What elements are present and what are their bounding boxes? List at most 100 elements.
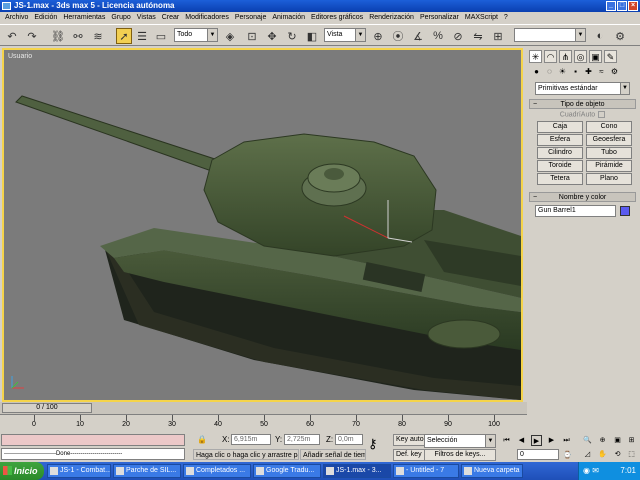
- menu-renderizacion[interactable]: Renderización: [366, 12, 417, 24]
- select-and-manipulate-icon[interactable]: ◈: [222, 28, 238, 44]
- autogrid-checkbox[interactable]: CuadríAuto: [529, 109, 636, 120]
- pan-icon[interactable]: ✋: [597, 449, 608, 460]
- menu-help[interactable]: ?: [501, 12, 511, 24]
- tube-button[interactable]: Tubo: [586, 147, 632, 160]
- perspective-viewport[interactable]: Usuario: [2, 48, 523, 402]
- time-slider-track[interactable]: 0 / 100: [0, 402, 527, 414]
- crossing-icon[interactable]: ⊡: [244, 28, 260, 44]
- primitive-category-select[interactable]: Primitivas estándar ▼: [535, 82, 630, 95]
- menu-crear[interactable]: Crear: [159, 12, 183, 24]
- cylinder-button[interactable]: Cilindro: [537, 147, 583, 160]
- object-type-header[interactable]: − Tipo de objeto: [529, 99, 636, 109]
- scale-icon[interactable]: ◧: [304, 28, 320, 44]
- unlink-icon[interactable]: ⚯: [70, 28, 86, 44]
- taskbar-item-active[interactable]: JS-1.max - 3...: [323, 464, 391, 478]
- time-config-icon[interactable]: ⌚: [562, 450, 573, 461]
- menu-herramientas[interactable]: Herramientas: [60, 12, 108, 24]
- menu-vistas[interactable]: Vistas: [134, 12, 159, 24]
- y-coordinate-field[interactable]: 2,725m: [284, 434, 320, 445]
- angle-snap-icon[interactable]: ∡: [410, 28, 426, 44]
- selection-region-icon[interactable]: ▭: [153, 28, 169, 44]
- add-time-tag[interactable]: Añadir señal de tiem: [300, 449, 366, 460]
- next-frame-icon[interactable]: ▶: [546, 435, 557, 446]
- move-icon[interactable]: ✥: [264, 28, 280, 44]
- taskbar-item[interactable]: Nueva carpeta: [461, 464, 523, 478]
- taskbar-item[interactable]: Google Tradu...: [253, 464, 321, 478]
- torus-button[interactable]: Toroide: [537, 160, 583, 173]
- maxscript-listener[interactable]: [1, 434, 185, 446]
- auto-key-button[interactable]: Key auto: [393, 434, 427, 446]
- taskbar-item[interactable]: Completados ...: [183, 464, 251, 478]
- sphere-button[interactable]: Esfera: [537, 134, 583, 147]
- object-color-swatch[interactable]: [620, 206, 630, 217]
- cameras-icon[interactable]: ▪: [570, 66, 581, 77]
- zoom-extents-icon[interactable]: ▣: [612, 435, 623, 446]
- mirror-icon[interactable]: ⇋: [470, 28, 486, 44]
- helpers-icon[interactable]: ✚: [583, 66, 594, 77]
- tray-icons[interactable]: ◉ ✉: [583, 466, 599, 475]
- menu-personaje[interactable]: Personaje: [232, 12, 270, 24]
- teapot-button[interactable]: Tetera: [537, 173, 583, 186]
- modify-tab-icon[interactable]: ◠: [544, 50, 557, 63]
- time-slider[interactable]: 0 / 100: [2, 403, 92, 413]
- start-button[interactable]: Inicio: [0, 462, 44, 480]
- menu-modificadores[interactable]: Modificadores: [182, 12, 232, 24]
- menu-personalizar[interactable]: Personalizar: [417, 12, 462, 24]
- reference-coordinate-select[interactable]: Vista ▼: [324, 28, 366, 42]
- material-editor-icon[interactable]: ◐: [592, 28, 608, 44]
- menu-maxscript[interactable]: MAXScript: [462, 12, 501, 24]
- key-selection-select[interactable]: Selección ▼: [424, 434, 496, 448]
- pyramid-button[interactable]: Pirámide: [586, 160, 632, 173]
- selection-filter-select[interactable]: Todo ▼: [174, 28, 218, 42]
- shapes-icon[interactable]: ◌: [544, 66, 555, 77]
- play-icon[interactable]: ▶: [531, 435, 542, 446]
- prev-frame-icon[interactable]: ◀: [516, 435, 527, 446]
- spinner-snap-icon[interactable]: ⊘: [450, 28, 466, 44]
- key-icon[interactable]: ⚷: [368, 436, 378, 452]
- zoom-extents-all-icon[interactable]: ⊞: [626, 435, 637, 446]
- arc-rotate-icon[interactable]: ⟲: [612, 449, 623, 460]
- menu-editores-graficos[interactable]: Editores gráficos: [308, 12, 366, 24]
- percent-snap-icon[interactable]: %: [430, 28, 446, 44]
- plane-button[interactable]: Plano: [586, 173, 632, 186]
- systems-icon[interactable]: ⚙: [609, 66, 620, 77]
- taskbar-item[interactable]: - Untitled - 7: [393, 464, 459, 478]
- zoom-all-icon[interactable]: ⊕: [597, 435, 608, 446]
- goto-end-icon[interactable]: ⏭: [561, 435, 572, 446]
- spacewarps-icon[interactable]: ≈: [596, 66, 607, 77]
- select-arrow-icon[interactable]: ➚: [116, 28, 132, 44]
- motion-tab-icon[interactable]: ◎: [574, 50, 587, 63]
- redo-icon[interactable]: ↷: [24, 28, 40, 44]
- create-tab-icon[interactable]: ✳: [529, 50, 542, 63]
- cone-button[interactable]: Cono: [586, 121, 632, 134]
- set-key-button[interactable]: Def. key: [393, 449, 425, 461]
- maximize-viewport-icon[interactable]: ⬚: [626, 449, 637, 460]
- geometry-icon[interactable]: ●: [531, 66, 542, 77]
- lock-icon[interactable]: 🔒: [197, 435, 207, 444]
- key-filters-button[interactable]: Filtros de keys...: [424, 449, 496, 461]
- z-coordinate-field[interactable]: 0,0m: [335, 434, 363, 445]
- taskbar-item[interactable]: JS-1 - Combat...: [47, 464, 111, 478]
- hierarchy-tab-icon[interactable]: ⋔: [559, 50, 572, 63]
- snap-toggle-icon[interactable]: ⦿: [390, 28, 406, 44]
- pivot-center-icon[interactable]: ⊕: [370, 28, 386, 44]
- geosphere-button[interactable]: Geoesfera: [586, 134, 632, 147]
- taskbar-item[interactable]: Parche de SIL...: [113, 464, 181, 478]
- maxscript-output[interactable]: --------------------------Done----------…: [1, 448, 185, 460]
- align-icon[interactable]: ⊞: [490, 28, 506, 44]
- menu-animacion[interactable]: Animación: [269, 12, 308, 24]
- name-color-header[interactable]: − Nombre y color: [529, 192, 636, 203]
- link-icon[interactable]: ⛓: [50, 28, 66, 44]
- maximize-button[interactable]: □: [617, 1, 627, 11]
- display-tab-icon[interactable]: ▣: [589, 50, 602, 63]
- undo-icon[interactable]: ↶: [4, 28, 20, 44]
- menu-archivo[interactable]: Archivo: [2, 12, 31, 24]
- minimize-button[interactable]: _: [606, 1, 616, 11]
- menu-grupo[interactable]: Grupo: [108, 12, 133, 24]
- utilities-tab-icon[interactable]: ✎: [604, 50, 617, 63]
- box-button[interactable]: Caja: [537, 121, 583, 134]
- close-button[interactable]: ×: [628, 1, 638, 11]
- current-frame-field[interactable]: 0: [517, 449, 559, 460]
- named-selection-select[interactable]: ▼: [514, 28, 586, 42]
- fov-icon[interactable]: ◿: [582, 449, 593, 460]
